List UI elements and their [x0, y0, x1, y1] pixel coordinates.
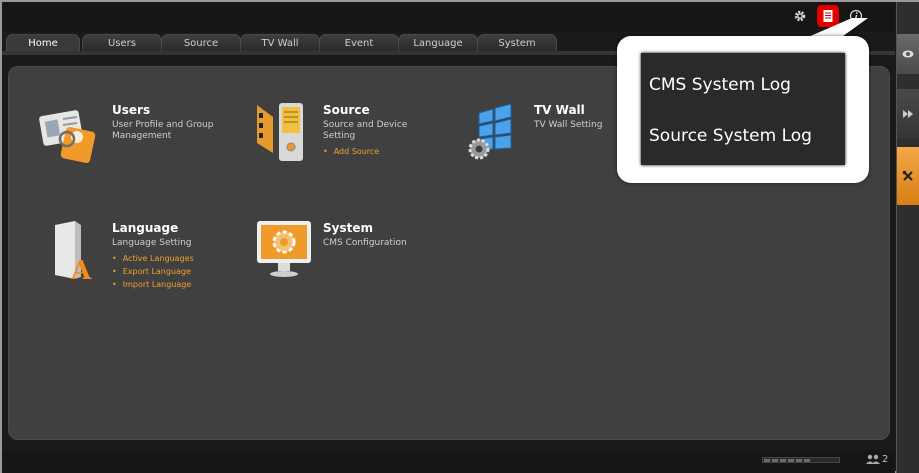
module-system-desc: CMS Configuration	[323, 238, 407, 248]
main-tabs: Home Users Source TV Wall Event Language…	[6, 34, 557, 53]
log-document-icon[interactable]	[817, 5, 839, 27]
eye-icon[interactable]	[897, 34, 919, 74]
tab-source[interactable]: Source	[161, 34, 241, 51]
svg-text:A: A	[70, 256, 92, 283]
module-users-title[interactable]: Users	[112, 103, 150, 117]
tab-event[interactable]: Event	[319, 34, 399, 51]
log-dropdown-menu: CMS System Log Source System Log	[641, 53, 845, 165]
module-users-desc: User Profile and Group Management	[112, 120, 214, 141]
tools-icon[interactable]	[897, 147, 919, 205]
horizontal-scrollbar[interactable]	[762, 457, 840, 463]
fast-forward-icon[interactable]	[897, 89, 919, 139]
source-device-icon[interactable]	[253, 99, 317, 163]
tab-language[interactable]: Language	[398, 34, 478, 51]
log-menu-callout: CMS System Log Source System Log	[617, 36, 869, 183]
module-language-title[interactable]: Language	[112, 221, 178, 235]
module-system-title[interactable]: System	[323, 221, 373, 235]
gear-icon[interactable]	[791, 7, 809, 25]
module-source-links: Add Source	[323, 145, 380, 158]
scrollbar-thumb[interactable]	[764, 459, 810, 462]
info-icon[interactable]	[847, 7, 865, 25]
user-id-card-icon[interactable]	[37, 99, 101, 164]
tab-system[interactable]: System	[477, 34, 557, 51]
source-system-log-item[interactable]: Source System Log	[649, 126, 812, 146]
language-folder-icon[interactable]: A	[47, 217, 111, 286]
module-system[interactable]: System CMS Configuration	[253, 217, 453, 297]
module-source[interactable]: Source Source and Device Setting Add Sou…	[253, 99, 453, 179]
module-source-desc: Source and Device Setting	[323, 120, 408, 141]
module-language-links: Active Languages Export Language Import …	[112, 252, 194, 291]
export-language-link[interactable]: Export Language	[112, 265, 194, 278]
tab-tv-wall[interactable]: TV Wall	[240, 34, 320, 51]
status-bar: 2	[2, 450, 895, 473]
import-language-link[interactable]: Import Language	[112, 278, 194, 291]
system-monitor-icon[interactable]	[253, 217, 317, 281]
tab-users[interactable]: Users	[82, 34, 162, 51]
module-language-desc: Language Setting	[112, 238, 192, 248]
top-bar	[2, 2, 895, 32]
active-languages-link[interactable]: Active Languages	[112, 252, 194, 265]
cms-system-log-item[interactable]: CMS System Log	[649, 75, 791, 95]
tv-wall-icon[interactable]	[461, 99, 525, 163]
users-group-icon	[866, 454, 880, 464]
online-user-count: 2	[882, 454, 889, 465]
online-users: 2	[866, 454, 888, 465]
module-language[interactable]: A Language Language Setting Active Langu…	[47, 217, 247, 297]
module-users[interactable]: Users User Profile and Group Management	[37, 99, 237, 179]
add-source-link[interactable]: Add Source	[323, 145, 380, 158]
module-source-title[interactable]: Source	[323, 103, 370, 117]
right-sidebar	[896, 2, 919, 473]
module-tv-wall-title[interactable]: TV Wall	[534, 103, 585, 117]
toolbar-icons	[791, 5, 865, 27]
